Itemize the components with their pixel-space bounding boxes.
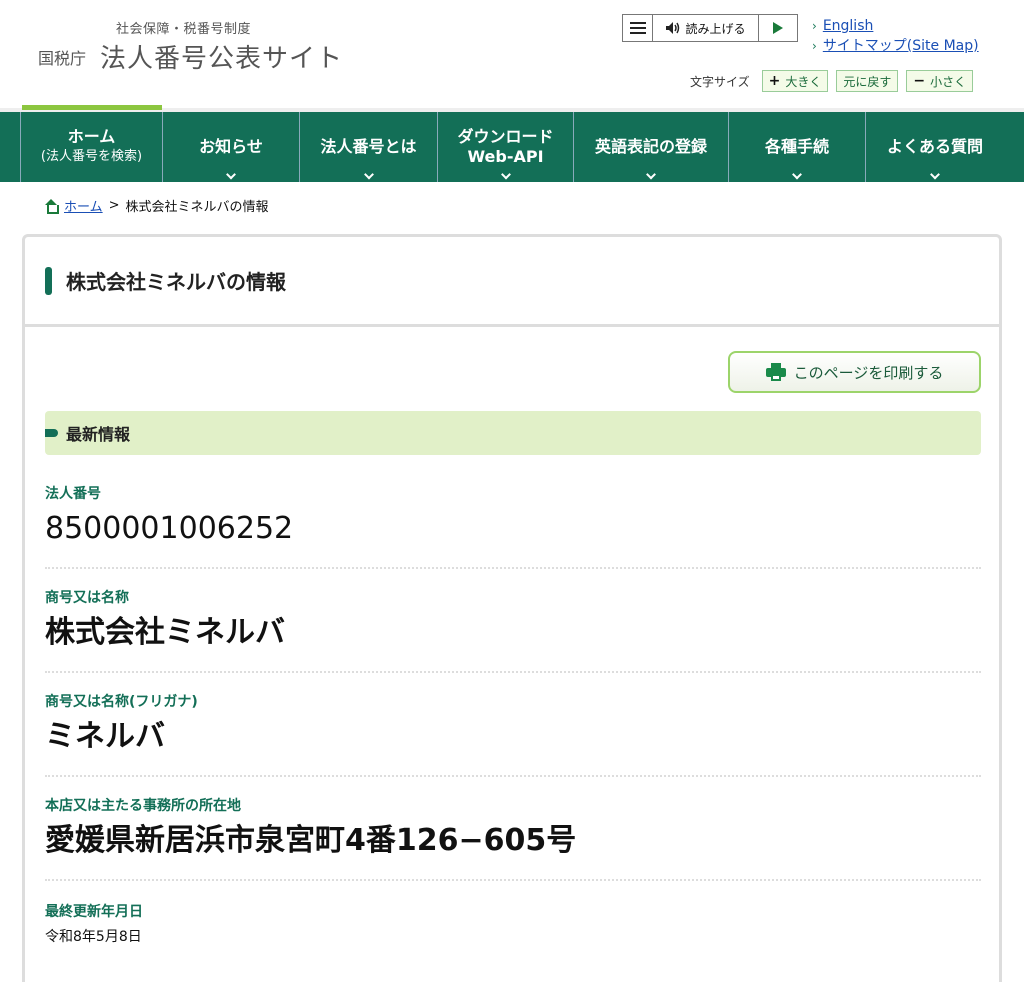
logo-site-name: 法人番号公表サイト bbox=[100, 44, 344, 74]
printer-icon bbox=[765, 363, 786, 381]
play-button[interactable] bbox=[759, 15, 797, 41]
home-icon bbox=[44, 198, 59, 214]
font-size-controls: 文字サイズ + 大きく 元に戻す − 小さく bbox=[690, 70, 974, 92]
chevron-right-icon: › bbox=[812, 39, 817, 53]
field-address: 本店又は主たる事務所の所在地 愛媛県新居浜市泉宮町4番126−605号 bbox=[45, 795, 981, 881]
nav-item-english[interactable]: 英語表記の登録 bbox=[573, 112, 728, 182]
nav-item-sublabel: (法人番号を検索) bbox=[40, 149, 143, 164]
chevron-down-icon bbox=[363, 169, 374, 180]
chevron-down-icon bbox=[226, 169, 236, 180]
nav-item-procedures[interactable]: 各種手続 bbox=[728, 112, 865, 182]
nav-item-sublabel: Web-API bbox=[467, 147, 544, 166]
nav-item-news[interactable]: お知らせ bbox=[162, 112, 299, 182]
corporation-info-card: 株式会社ミネルバの情報 このページを印刷する 最新情報 法人番号 8500001… bbox=[22, 234, 1002, 982]
font-size-smaller-label: 小さく bbox=[930, 74, 967, 89]
nav-item-about[interactable]: 法人番号とは bbox=[299, 112, 437, 182]
speaker-icon bbox=[666, 22, 680, 34]
read-aloud-button[interactable]: 読み上げる bbox=[653, 15, 759, 41]
nav-item-download[interactable]: ダウンロード Web-API bbox=[437, 112, 573, 182]
read-aloud-label: 読み上げる bbox=[685, 21, 746, 36]
nav-item-label: お知らせ bbox=[199, 137, 263, 156]
field-last-updated: 最終更新年月日 令和8年5月8日 bbox=[45, 901, 981, 961]
card-header: 株式会社ミネルバの情報 bbox=[25, 237, 999, 327]
link-sitemap-row: › サイトマップ(Site Map) bbox=[812, 36, 979, 56]
logo-agency: 国税庁 bbox=[38, 49, 87, 68]
nav-item-home[interactable]: ホーム (法人番号を検索) bbox=[20, 112, 162, 182]
field-value: ミネルバ bbox=[45, 719, 165, 754]
field-label: 最終更新年月日 bbox=[45, 904, 143, 920]
plus-icon: + bbox=[768, 73, 781, 89]
field-value: 8500001006252 bbox=[45, 511, 294, 546]
nav-item-label: よくある質問 bbox=[886, 137, 983, 156]
nav-active-indicator bbox=[22, 105, 162, 110]
title-bar-decoration bbox=[45, 266, 52, 295]
top-links: › English › サイトマップ(Site Map) bbox=[812, 16, 979, 56]
field-value: 株式会社ミネルバ bbox=[45, 615, 285, 650]
play-icon bbox=[773, 22, 783, 34]
breadcrumb: ホーム > 株式会社ミネルバの情報 bbox=[44, 196, 269, 215]
logo-subtitle: 社会保障・税番号制度 bbox=[116, 22, 252, 37]
field-name: 商号又は名称 株式会社ミネルバ bbox=[45, 587, 981, 673]
minus-icon: − bbox=[913, 73, 926, 89]
chevron-down-icon bbox=[930, 169, 940, 180]
field-label: 法人番号 bbox=[45, 486, 101, 502]
chevron-right-icon: › bbox=[812, 19, 817, 33]
breadcrumb-current: 株式会社ミネルバの情報 bbox=[125, 200, 269, 215]
section-tab-decoration bbox=[45, 429, 58, 437]
nav-item-label: 英語表記の登録 bbox=[594, 137, 707, 156]
nav-item-label: ダウンロード bbox=[457, 127, 554, 146]
field-label: 本店又は主たる事務所の所在地 bbox=[45, 798, 241, 814]
nav-item-label: ホーム bbox=[67, 127, 116, 146]
read-aloud-menu-button[interactable] bbox=[623, 15, 653, 41]
nav-item-faq[interactable]: よくある質問 bbox=[865, 112, 1004, 182]
page-title: 株式会社ミネルバの情報 bbox=[66, 270, 286, 294]
chevron-down-icon bbox=[646, 169, 656, 180]
print-page-button[interactable]: このページを印刷する bbox=[728, 351, 981, 393]
font-size-reset-label: 元に戻す bbox=[843, 74, 892, 89]
field-label: 商号又は名称(フリガナ) bbox=[45, 694, 198, 710]
nav-item-label: 各種手続 bbox=[764, 137, 829, 156]
menu-icon bbox=[629, 22, 646, 34]
field-label: 商号又は名称 bbox=[45, 590, 129, 606]
field-name-kana: 商号又は名称(フリガナ) ミネルバ bbox=[45, 691, 981, 777]
link-english[interactable]: English bbox=[823, 16, 874, 36]
font-size-label: 文字サイズ bbox=[690, 74, 750, 89]
font-size-larger-button[interactable]: + 大きく bbox=[761, 70, 829, 92]
link-sitemap[interactable]: サイトマップ(Site Map) bbox=[823, 36, 979, 56]
font-size-larger-label: 大きく bbox=[785, 74, 822, 89]
field-value: 愛媛県新居浜市泉宮町4番126−605号 bbox=[45, 823, 577, 858]
chevron-down-icon bbox=[792, 169, 802, 180]
font-size-smaller-button[interactable]: − 小さく bbox=[906, 70, 974, 92]
field-corporate-number: 法人番号 8500001006252 bbox=[45, 483, 981, 569]
print-button-label: このページを印刷する bbox=[793, 363, 944, 382]
section-title: 最新情報 bbox=[66, 425, 131, 444]
site-header: 社会保障・税番号制度 国税庁 法人番号公表サイト 読み上げる › English… bbox=[0, 0, 1024, 112]
breadcrumb-separator: > bbox=[108, 198, 120, 213]
breadcrumb-home-link[interactable]: ホーム bbox=[64, 196, 103, 215]
field-value: 令和8年5月8日 bbox=[45, 929, 142, 945]
link-english-row: › English bbox=[812, 16, 979, 36]
read-aloud-toolbar: 読み上げる bbox=[622, 14, 798, 42]
global-nav: ホーム (法人番号を検索) お知らせ 法人番号とは ダウンロード Web-API… bbox=[0, 112, 1024, 182]
font-size-reset-button[interactable]: 元に戻す bbox=[836, 70, 899, 92]
nav-item-label: 法人番号とは bbox=[320, 137, 417, 156]
chevron-down-icon bbox=[500, 169, 511, 180]
section-heading-latest: 最新情報 bbox=[45, 411, 981, 455]
